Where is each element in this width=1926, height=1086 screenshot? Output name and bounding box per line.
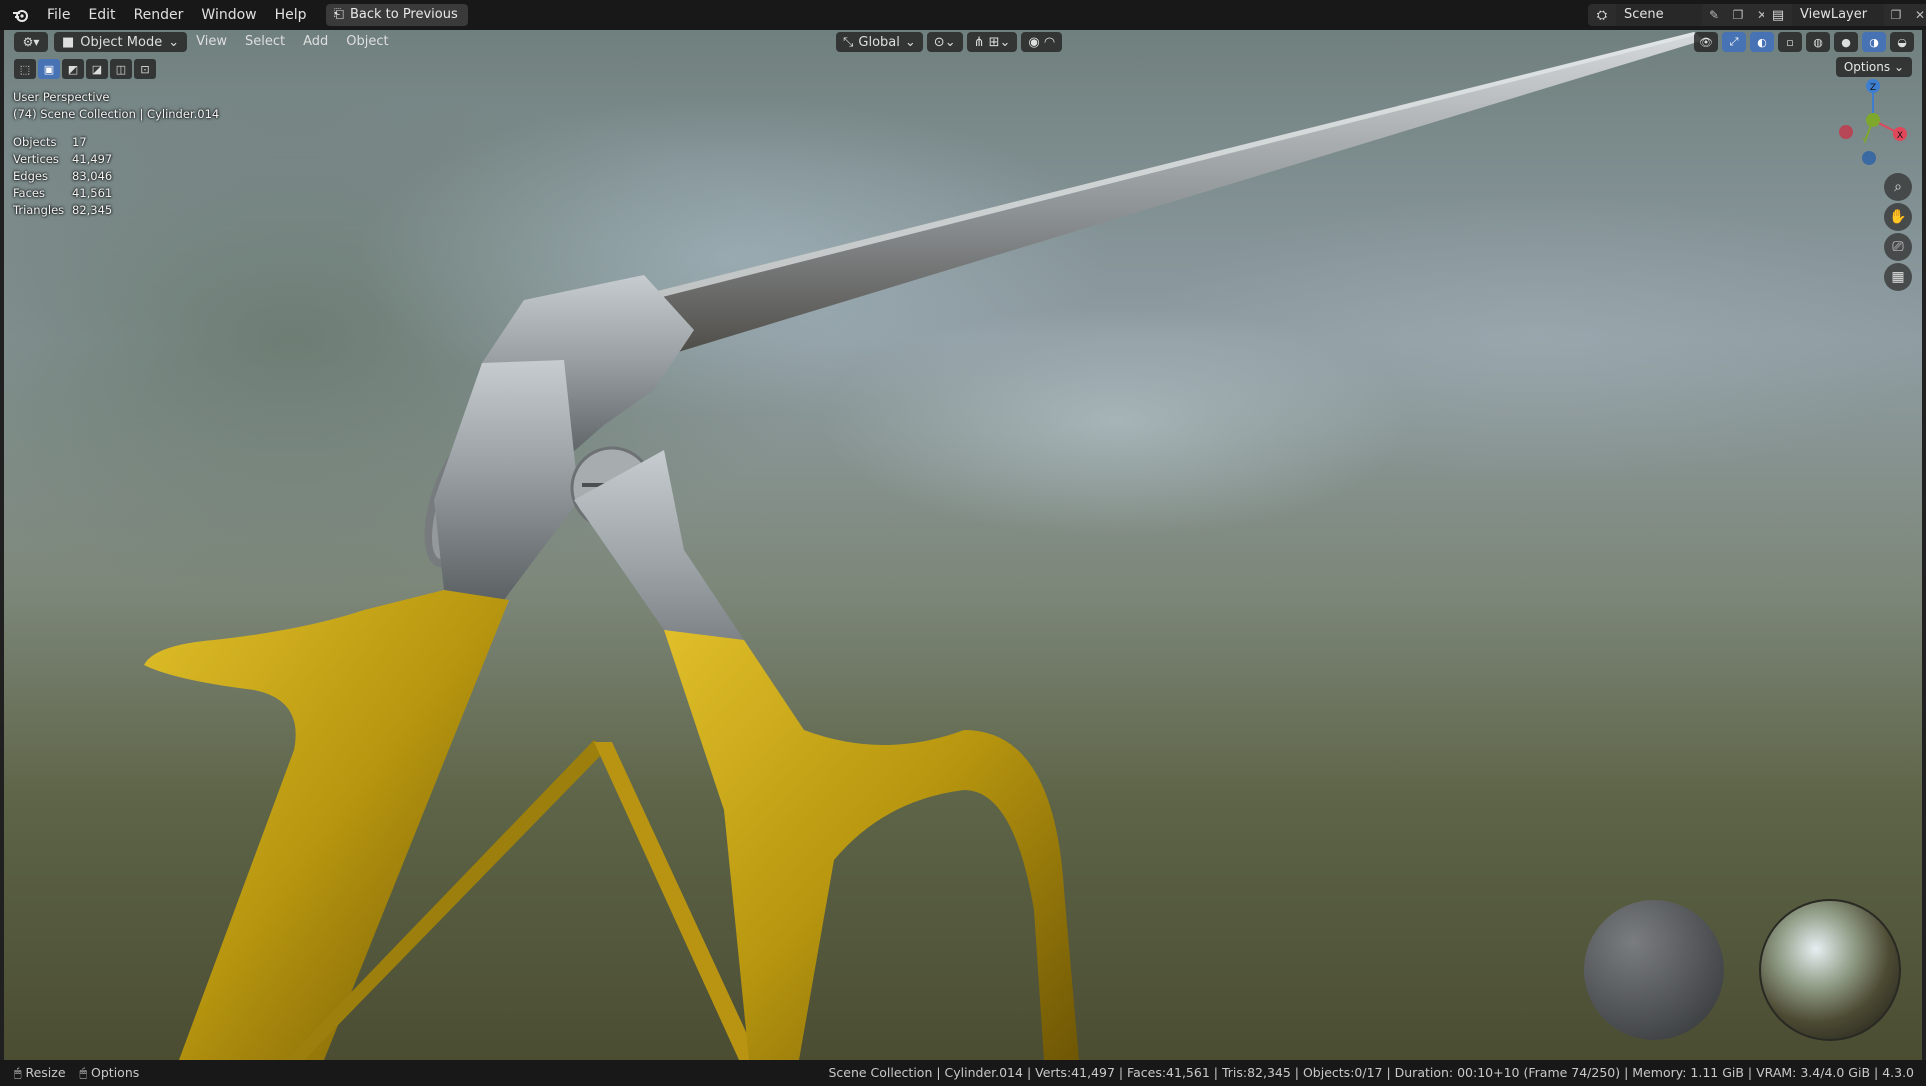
select-subtract-icon[interactable]: ◪	[86, 59, 108, 79]
stat-row: Objects 17	[13, 134, 112, 151]
viewport-info: User Perspective (74) Scene Collection |…	[13, 89, 219, 123]
chevron-down-icon: ⌄	[904, 34, 916, 50]
selection-mode-buttons: ⬚ ▣ ◩ ◪ ◫ ⊡	[14, 57, 156, 81]
delete-view-layer-button[interactable]: ✕	[1908, 4, 1926, 26]
snap-icon: ⋔ ⊞⌄	[973, 34, 1011, 50]
3d-viewport[interactable]: ⚙▾ ■ Object Mode ⌄ View Select Add Objec…	[4, 30, 1922, 1060]
gizmo-x-label: X	[1897, 131, 1903, 141]
navigation-gizmo[interactable]: Z X Y	[1828, 77, 1918, 167]
status-bar: 🖱 Resize 🖱 Options Scene Collection | Cy…	[0, 1060, 1926, 1086]
wireframe-icon[interactable]: ◍	[1806, 32, 1830, 52]
collection-line: (74) Scene Collection | Cylinder.014	[13, 107, 220, 121]
solid-icon[interactable]: ●	[1834, 32, 1858, 52]
options-label: Options	[1843, 60, 1891, 74]
pan-icon[interactable]: ✋	[1884, 203, 1912, 231]
view-layer-icon[interactable]: ▤	[1764, 4, 1792, 26]
stat-value: 82,345	[72, 203, 113, 217]
material-icon[interactable]: ◑	[1862, 32, 1886, 52]
menu-view[interactable]: View	[187, 30, 236, 54]
select-difference-icon[interactable]: ◫	[110, 59, 132, 79]
pin-icon[interactable]: ✎	[1702, 4, 1726, 26]
menu-file[interactable]: File	[38, 0, 79, 30]
select-intersect-icon[interactable]: ⊡	[134, 59, 156, 79]
transform-icon: ⤡	[843, 34, 854, 50]
shading-tools: 👁 ⤢ ◐ ▫ ◍ ● ◑ ◒	[1694, 32, 1914, 52]
back-to-previous-button[interactable]: ⎗ Back to Previous	[325, 4, 468, 26]
mode-label: Object Mode	[80, 34, 163, 50]
proportional-editing-toggle[interactable]: ◉ ◠	[1021, 32, 1063, 52]
scene-statistics: Objects 17 Vertices 41,497 Edges 83,046 Fac…	[13, 134, 112, 219]
options-hint: 🖱 Options	[79, 1065, 140, 1080]
camera-icon[interactable]: ⎚	[1884, 233, 1912, 261]
editor-type-icon[interactable]: ⚙▾	[14, 32, 48, 52]
menu-edit[interactable]: Edit	[79, 0, 124, 30]
options-dropdown[interactable]: Options ⌄	[1835, 57, 1912, 77]
blender-logo-icon[interactable]	[4, 0, 38, 30]
status-info: Scene Collection | Cylinder.014 | Verts:…	[828, 1065, 1914, 1080]
view-layer-name-field[interactable]: ViewLayer	[1792, 4, 1884, 26]
status-hints: 🖱 Resize 🖱 Options	[14, 1065, 139, 1081]
new-scene-button[interactable]: ❐	[1726, 4, 1750, 26]
menu-object[interactable]: Object	[337, 30, 397, 54]
zoom-icon[interactable]: ⌕	[1884, 173, 1912, 201]
scene-selector: ⛭ Scene ✎ ❐ ✕	[1588, 4, 1774, 26]
stat-row: Faces 41,561	[13, 185, 112, 202]
tweak-tool-icon[interactable]: ⬚	[14, 59, 36, 79]
stat-key: Triangles	[13, 203, 65, 217]
menu-select[interactable]: Select	[236, 30, 294, 54]
select-extend-icon[interactable]: ◩	[62, 59, 84, 79]
grid-icon[interactable]: ▦	[1884, 263, 1912, 291]
stat-value: 41,497	[72, 152, 113, 166]
stat-key: Edges	[13, 169, 48, 183]
menu-render[interactable]: Render	[125, 0, 193, 30]
gizmo-y-label: Y	[1861, 137, 1868, 147]
stat-key: Vertices	[13, 152, 59, 166]
proportional-icon: ◉ ◠	[1028, 34, 1056, 50]
right-frame	[1922, 30, 1926, 1060]
scene-name-field[interactable]: Scene	[1616, 4, 1702, 26]
stat-value: 41,561	[72, 186, 113, 200]
stat-key: Faces	[13, 186, 45, 200]
transform-orientation-label: Global	[858, 34, 900, 50]
xray-icon[interactable]: ▫	[1778, 32, 1802, 52]
stat-value: 83,046	[72, 169, 113, 183]
view-layer-selector: ▤ ViewLayer ❐ ✕	[1764, 4, 1926, 26]
stat-row: Triangles 82,345	[13, 202, 112, 219]
menu-add[interactable]: Add	[294, 30, 337, 54]
resize-hint: 🖱 Resize	[14, 1065, 66, 1080]
menu-window[interactable]: Window	[192, 0, 265, 30]
top-bar: File Edit Render Window Help ⎗ Back to P…	[0, 0, 1926, 31]
object-mode-icon: ■	[62, 34, 75, 50]
view-name: User Perspective	[13, 90, 110, 104]
stat-value: 17	[72, 135, 87, 149]
menu-help[interactable]: Help	[266, 0, 316, 30]
visibility-icon[interactable]: 👁	[1694, 32, 1718, 52]
pivot-point-dropdown[interactable]: ⊙⌄	[926, 32, 963, 52]
viewport-header: ⚙▾ ■ Object Mode ⌄ View Select Add Objec…	[4, 30, 1922, 54]
stat-row: Edges 83,046	[13, 168, 112, 185]
scene-render	[144, 32, 1901, 1060]
gizmo-z-label: Z	[1870, 83, 1876, 93]
gizmo-icon[interactable]: ⤢	[1722, 32, 1746, 52]
transform-tools: ⤡ Global ⌄ ⊙⌄ ⋔ ⊞⌄ ◉ ◠	[836, 32, 1063, 52]
mode-dropdown[interactable]: ■ Object Mode ⌄	[54, 32, 188, 52]
scene-icon[interactable]: ⛭	[1588, 4, 1616, 26]
pivot-icon: ⊙⌄	[933, 34, 956, 50]
rendered-icon[interactable]: ◒	[1890, 32, 1914, 52]
back-icon: ⎗	[333, 7, 344, 22]
snap-toggle[interactable]: ⋔ ⊞⌄	[966, 32, 1018, 52]
select-new-icon[interactable]: ▣	[38, 59, 60, 79]
options-hint-label: Options	[91, 1065, 140, 1080]
chevron-down-icon: ⌄	[168, 34, 180, 50]
back-to-previous-label: Back to Previous	[349, 7, 458, 22]
resize-hint-label: Resize	[25, 1065, 66, 1080]
stat-key: Objects	[13, 135, 57, 149]
stat-row: Vertices 41,497	[13, 151, 112, 168]
new-view-layer-button[interactable]: ❐	[1884, 4, 1908, 26]
transform-orientation-dropdown[interactable]: ⤡ Global ⌄	[836, 32, 923, 52]
overlay-icon[interactable]: ◐	[1750, 32, 1774, 52]
